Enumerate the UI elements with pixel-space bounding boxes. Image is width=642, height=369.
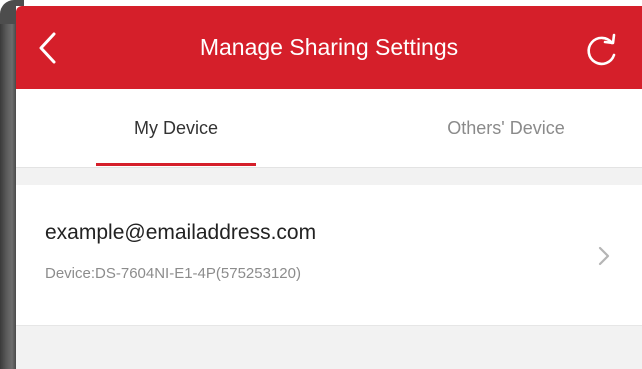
shared-device-info: Device:DS-7604NI-E1-4P(575253120): [45, 265, 301, 282]
active-tab-indicator: [96, 163, 256, 166]
app-bar: Manage Sharing Settings: [16, 6, 642, 89]
refresh-button[interactable]: [581, 31, 621, 71]
device-bezel: [0, 0, 16, 369]
chevron-left-icon: [39, 32, 56, 64]
chevron-right-icon: [598, 246, 610, 266]
back-button[interactable]: [34, 28, 64, 68]
app-window: Manage Sharing Settings My Device Others…: [0, 0, 642, 369]
section-divider: [16, 168, 642, 185]
tab-others-device[interactable]: Others' Device: [406, 89, 606, 167]
list-background: [16, 326, 642, 369]
refresh-icon: [587, 33, 616, 66]
tab-my-device[interactable]: My Device: [76, 89, 276, 167]
screen: Manage Sharing Settings My Device Others…: [16, 6, 642, 369]
list-item[interactable]: example@emailaddress.com Device:DS-7604N…: [16, 185, 642, 326]
tab-bar: My Device Others' Device: [16, 89, 642, 168]
page-title: Manage Sharing Settings: [199, 34, 459, 60]
shared-email: example@emailaddress.com: [45, 221, 317, 244]
